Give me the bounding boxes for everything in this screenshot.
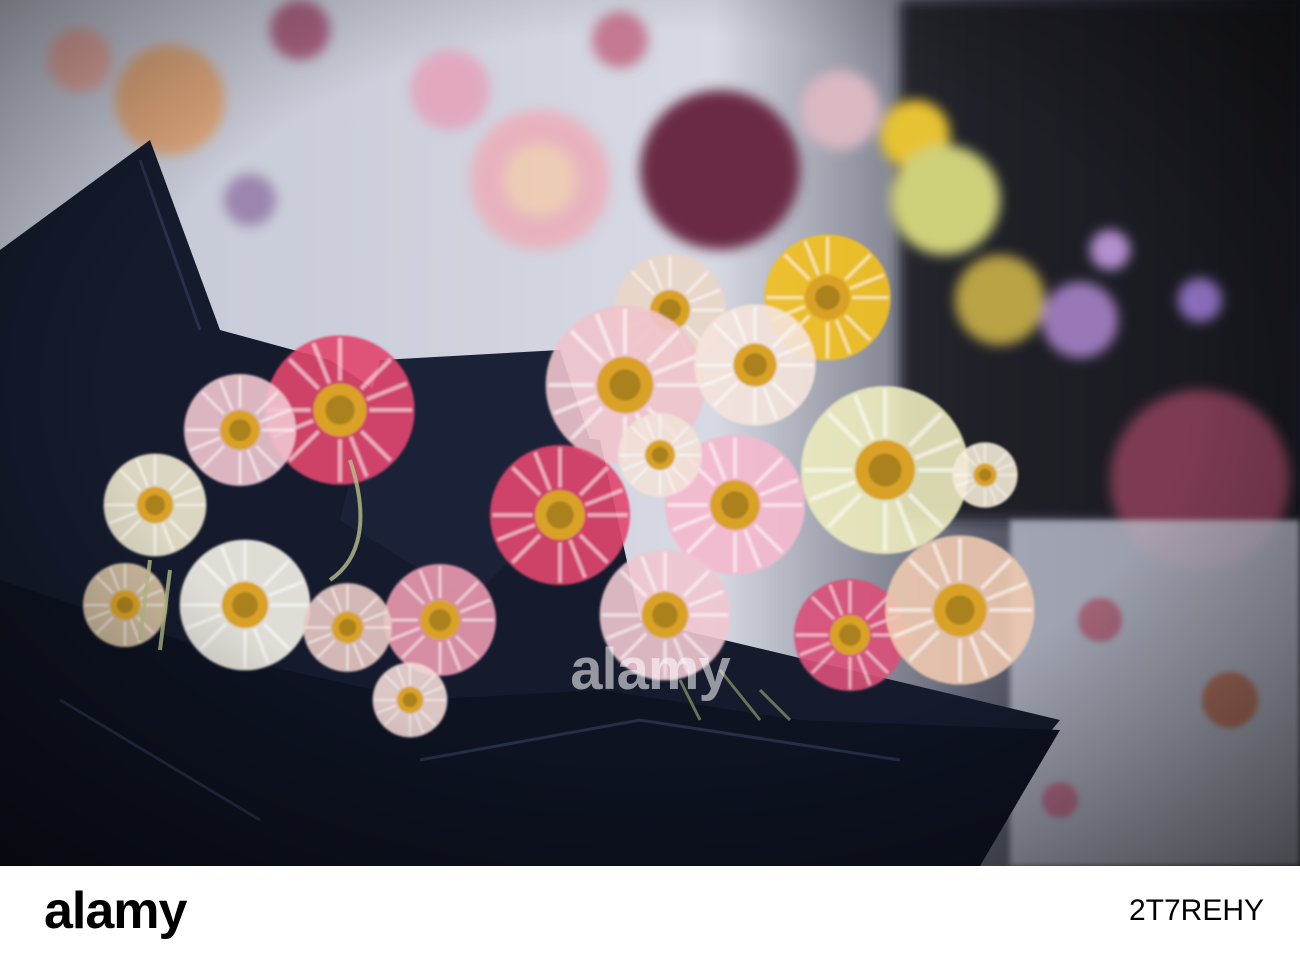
- stock-footer-bar: [0, 866, 1300, 956]
- alamy-logo: alamy: [44, 882, 187, 940]
- image-id-label: 2T7REHY: [1128, 894, 1264, 927]
- watermark-text: alamy: [570, 637, 730, 702]
- stock-photo-frame: alamy alamy 2T7REHY: [0, 0, 1300, 956]
- dried-strawflower-bouquet-photo: [0, 0, 1300, 866]
